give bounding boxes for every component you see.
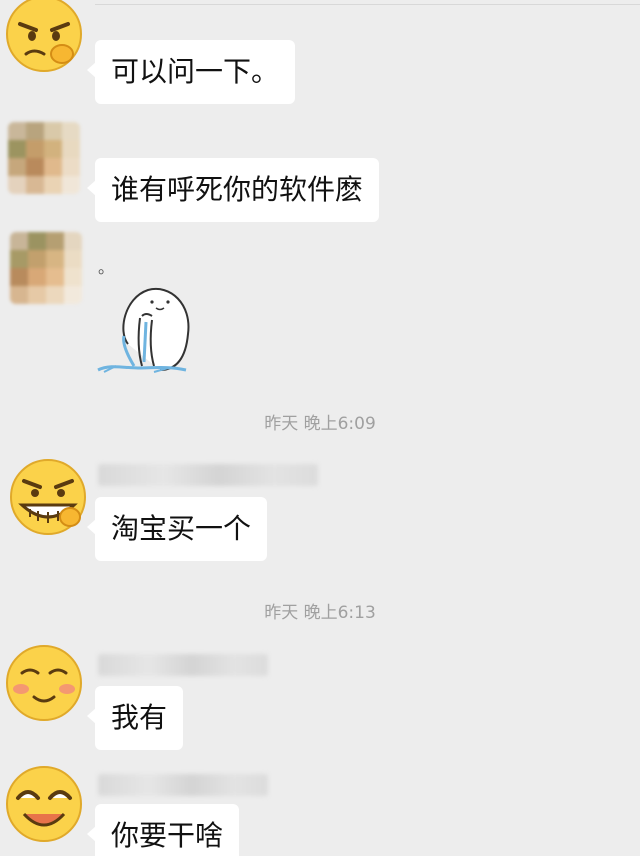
pixelated-avatar[interactable] [8,122,80,194]
divider [95,4,640,5]
message-bubble[interactable]: 可以问一下。 [86,40,296,104]
message-bubble[interactable]: 淘宝买一个 [86,497,268,561]
sender-name-blur [98,774,268,796]
message-bubble[interactable]: 我有 [86,686,184,750]
smirk-emoji-icon[interactable] [4,0,84,74]
message-text: 谁有呼死你的软件麽 [111,173,364,206]
message-text: 淘宝买一个 [111,512,252,545]
message-text: 。 [98,258,115,277]
pixelated-avatar[interactable] [10,232,82,304]
message-text: 你要干啥 [111,819,224,852]
message-text: 可以问一下。 [111,55,280,88]
sender-name-blur [98,654,268,676]
laugh-emoji-icon[interactable] [4,764,84,844]
blush-emoji-icon[interactable] [4,643,84,723]
message-text: 我有 [111,701,168,734]
message-bubble[interactable]: 谁有呼死你的软件麽 [86,158,380,222]
crying-blob-sticker-icon[interactable] [94,282,194,378]
chat-window: 可以问一下。 谁有呼死你的软件麽 。 昨天 晚上6:09 淘宝买一个 昨天 晚上… [0,0,640,856]
timestamp: 昨天 晚上6:09 [264,414,376,434]
timestamp: 昨天 晚上6:13 [264,603,376,623]
grin-emoji-icon[interactable] [8,457,88,537]
message-bubble[interactable]: 你要干啥 [86,804,240,856]
sender-name-blur [98,464,318,486]
